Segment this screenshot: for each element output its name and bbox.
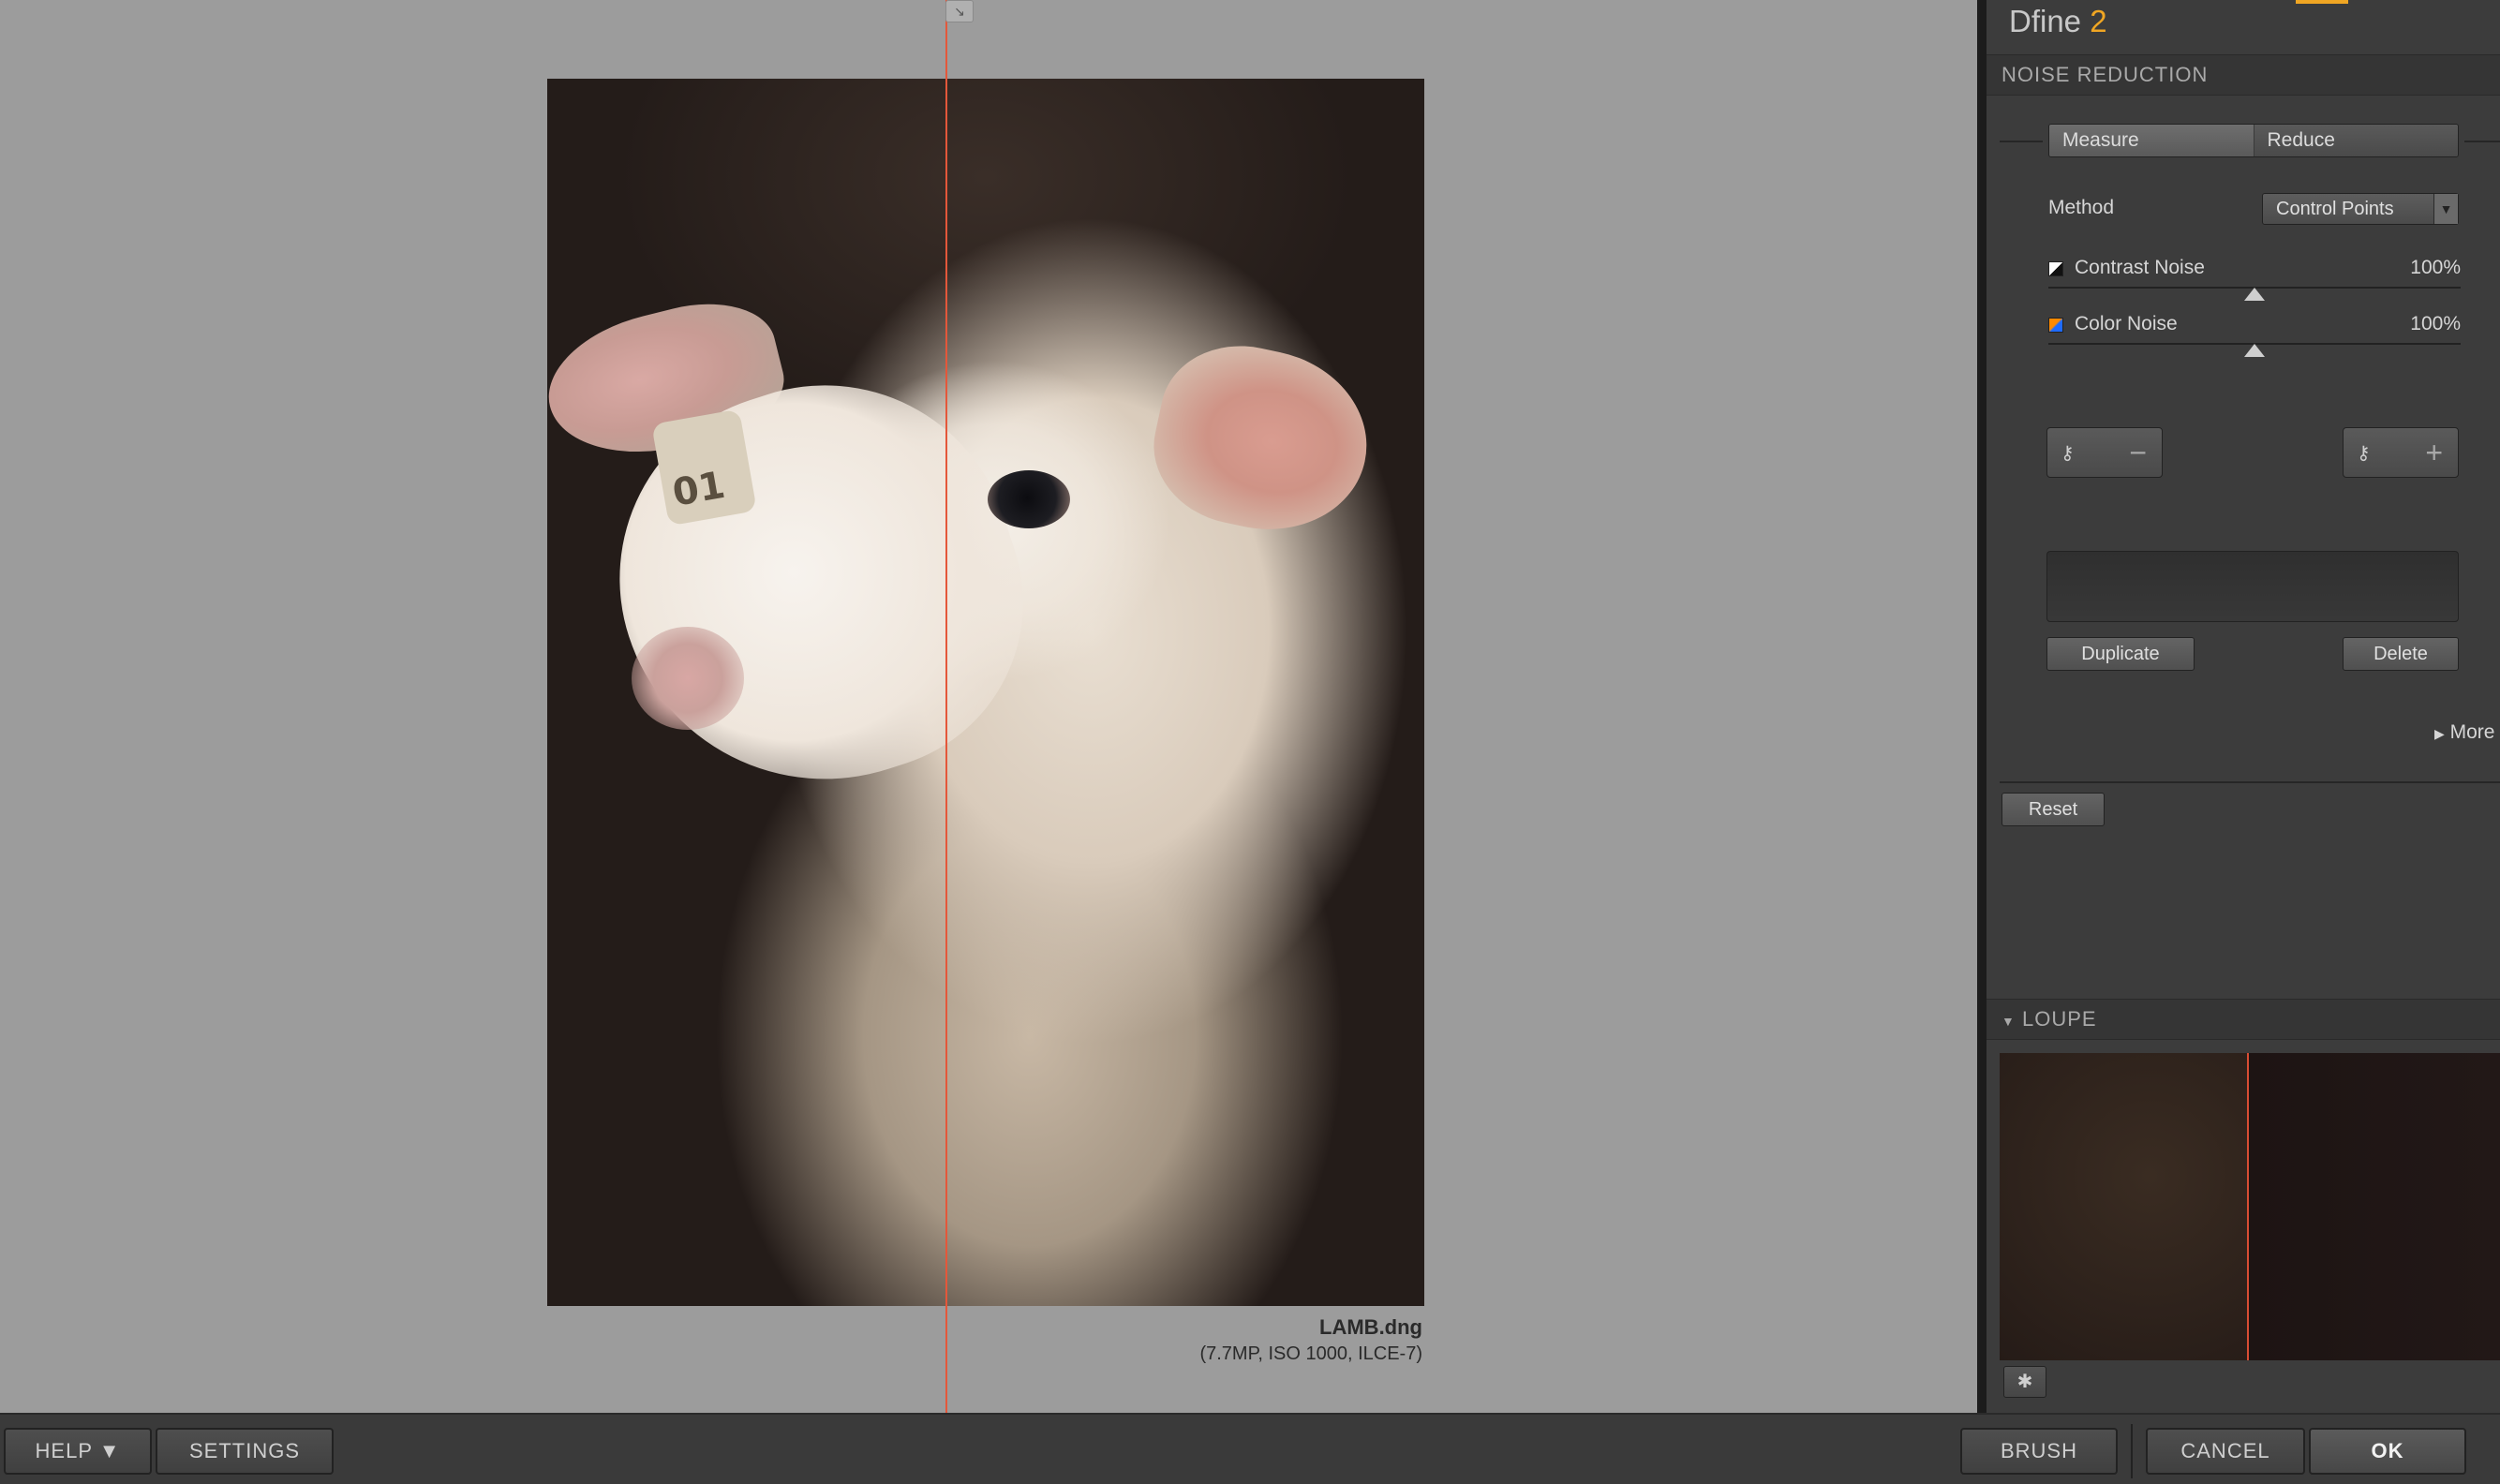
loupe-preview[interactable] [2000,1053,2500,1360]
delete-button[interactable]: Delete [2343,637,2459,671]
app-title: Dfine 2 [2009,4,2107,41]
control-point-icon: ⚷ [2357,443,2371,464]
color-noise-label: Color Noise [2075,313,2178,334]
loupe-after-side [2249,1053,2500,1360]
loupe-header[interactable]: ▼ LOUPE [1987,999,2500,1040]
app-name: Dfine [2009,4,2082,38]
contrast-noise-value: 100% [2410,257,2461,278]
more-toggle[interactable]: ▶ More [2434,721,2494,744]
chevron-down-icon[interactable]: ▼ [2433,194,2458,224]
file-name: LAMB.dng [1319,1315,1422,1339]
panel-divider [1977,0,1987,1413]
tab-divider-left [2000,141,2043,142]
add-control-point-button[interactable]: ⚷ + [2343,427,2459,478]
app-version: 2 [2090,4,2107,38]
method-value: Control Points [2276,199,2394,219]
photo-ear-tag: 01 [651,408,757,527]
right-panel: Dfine 2 NOISE REDUCTION Measure Reduce M… [1987,0,2500,1413]
help-button[interactable]: HELP ▼ [4,1428,152,1475]
loupe-split-line[interactable] [2247,1053,2249,1360]
color-noise-checkbox[interactable] [2048,318,2063,333]
section-divider [2000,781,2500,783]
control-point-icon: ⚷ [2061,443,2075,464]
contrast-noise-label: Contrast Noise [2075,257,2205,278]
contrast-noise-thumb[interactable] [2244,288,2265,301]
ok-button[interactable]: OK [2309,1428,2466,1475]
pin-icon[interactable]: ✱ [2003,1366,2046,1398]
noise-reduction-header: NOISE REDUCTION [1987,54,2500,96]
duplicate-button[interactable]: Duplicate [2046,637,2195,671]
split-preview-line[interactable] [945,0,947,1413]
ear-tag-text: 01 [669,463,729,515]
loupe-label: LOUPE [2021,1007,2097,1031]
photo-nose [632,627,744,730]
photo-preview[interactable]: 01 [547,79,1424,1306]
photo-eye [988,470,1070,528]
mode-tabs: Measure Reduce [2048,124,2459,157]
bottom-toolbar: HELP ▼ SETTINGS BRUSH CANCEL OK [0,1413,2500,1484]
method-label: Method [2048,197,2115,218]
photo-ear-right [1139,330,1384,549]
color-noise-thumb[interactable] [2244,344,2265,357]
brand-accent-bar [2296,0,2348,4]
tab-reduce[interactable]: Reduce [2253,125,2458,156]
image-canvas[interactable]: 01 ↘ LAMB.dng (7.7MP, ISO 1000, ILCE-7) [0,0,1977,1413]
plus-icon: + [2425,436,2443,469]
chevron-right-icon: ▶ [2434,726,2445,741]
tab-measure[interactable]: Measure [2049,125,2254,156]
reset-button[interactable]: Reset [2001,793,2105,826]
settings-button[interactable]: SETTINGS [156,1428,334,1475]
dfine-window: 01 ↘ LAMB.dng (7.7MP, ISO 1000, ILCE-7) … [0,0,2500,1484]
file-info: (7.7MP, ISO 1000, ILCE-7) [1199,1343,1422,1364]
chevron-down-icon: ▼ [2001,1014,2016,1029]
split-handle-icon[interactable]: ↘ [945,0,974,22]
control-point-list[interactable] [2046,551,2459,622]
brush-button[interactable]: BRUSH [1960,1428,2118,1475]
remove-control-point-button[interactable]: ⚷ − [2046,427,2163,478]
cancel-button[interactable]: CANCEL [2146,1428,2305,1475]
tab-divider-right [2464,141,2500,142]
color-noise-value: 100% [2410,313,2461,334]
more-label: More [2449,721,2495,743]
toolbar-divider [2131,1424,2133,1478]
method-select[interactable]: Control Points ▼ [2262,193,2459,225]
minus-icon: − [2129,436,2147,469]
contrast-noise-checkbox[interactable] [2048,261,2063,276]
